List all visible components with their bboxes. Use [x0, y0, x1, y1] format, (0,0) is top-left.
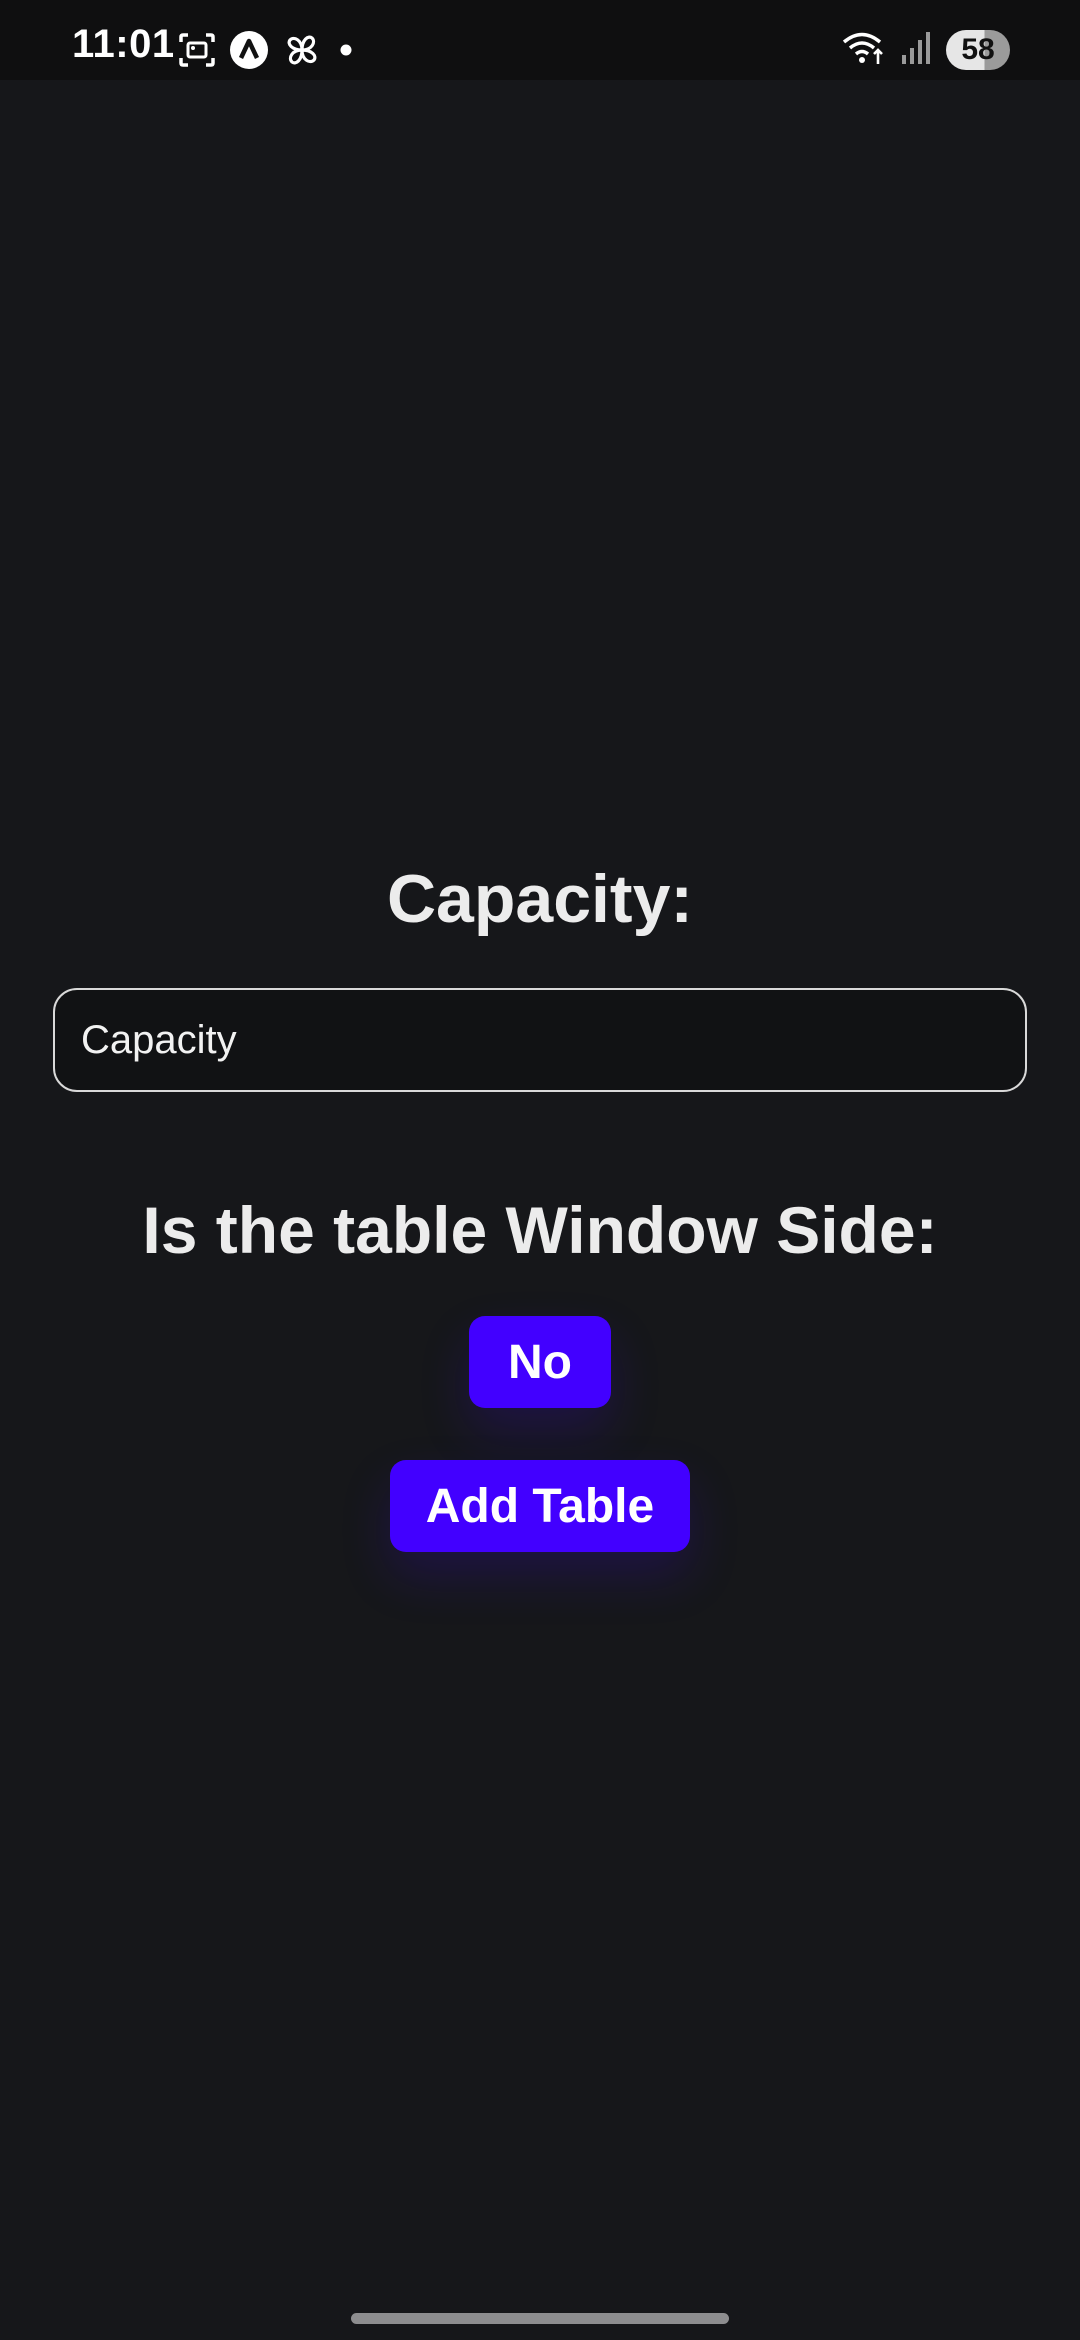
window-side-heading: Is the table Window Side: — [142, 1193, 938, 1267]
capacity-input[interactable] — [53, 988, 1027, 1092]
wifi-icon — [842, 30, 886, 71]
screenshot-icon — [178, 32, 216, 68]
status-bar: 11:01 58 — [0, 0, 1080, 80]
battery-level: 58 — [961, 33, 995, 66]
status-icons-right: 58 — [842, 28, 1010, 72]
battery-icon: 58 — [946, 30, 1010, 70]
add-table-button[interactable]: Add Table — [390, 1460, 690, 1552]
signal-icon — [900, 31, 932, 70]
capacity-heading: Capacity: — [386, 861, 694, 937]
home-indicator[interactable] — [351, 2313, 729, 2324]
pinwheel-icon — [282, 30, 322, 70]
status-icons-left — [178, 30, 356, 70]
app-a-icon — [230, 31, 268, 69]
status-time: 11:01 — [72, 22, 175, 66]
notification-dot-icon — [336, 40, 356, 60]
window-side-toggle-button[interactable]: No — [469, 1316, 611, 1408]
